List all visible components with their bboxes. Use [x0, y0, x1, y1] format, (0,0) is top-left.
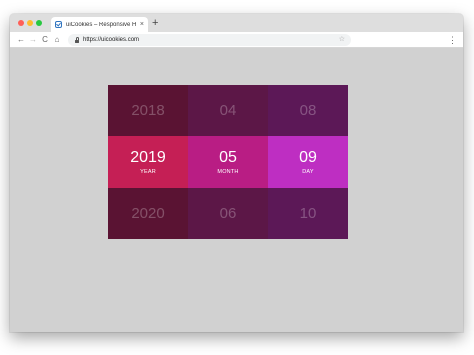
month-label: MONTH [217, 168, 239, 175]
reload-icon[interactable]: C [39, 32, 51, 48]
day-value: 10 [299, 205, 317, 222]
day-value: 08 [299, 102, 317, 119]
month-option-selected[interactable]: 05 MONTH [188, 136, 268, 188]
uicookies-favicon-icon [55, 21, 62, 28]
address-bar[interactable]: https://uicookies.com ☆ [68, 34, 351, 46]
close-window-button[interactable] [18, 20, 24, 26]
browser-menu-icon[interactable]: ⋮ [448, 32, 457, 48]
maximize-window-button[interactable] [36, 20, 42, 26]
year-option-selected[interactable]: 2019 YEAR [108, 136, 188, 188]
day-option-selected[interactable]: 09 DAY [268, 136, 348, 188]
month-option-prev[interactable]: 04 [188, 85, 268, 136]
year-option-next[interactable]: 2020 [108, 188, 188, 239]
day-value: 09 [299, 148, 317, 166]
new-tab-button[interactable]: + [152, 17, 158, 30]
minimize-window-button[interactable] [27, 20, 33, 26]
home-icon[interactable]: ⌂ [51, 32, 63, 48]
day-label: DAY [302, 168, 314, 175]
year-option-prev[interactable]: 2018 [108, 85, 188, 136]
lock-icon [75, 36, 79, 43]
year-value: 2020 [131, 205, 165, 222]
month-option-next[interactable]: 06 [188, 188, 268, 239]
url-text: https://uicookies.com [83, 37, 140, 43]
bookmark-star-icon[interactable]: ☆ [339, 35, 345, 45]
browser-tab[interactable]: uiCookies – Responsive HTML × [51, 17, 148, 32]
browser-toolbar: ← → C ⌂ https://uicookies.com ☆ ⋮ [10, 32, 463, 48]
month-value: 06 [219, 205, 237, 222]
tab-title: uiCookies – Responsive HTML [66, 21, 137, 28]
year-value: 2018 [131, 102, 165, 119]
forward-arrow-icon[interactable]: → [27, 32, 39, 48]
back-arrow-icon[interactable]: ← [15, 32, 27, 48]
day-option-prev[interactable]: 08 [268, 85, 348, 136]
year-label: YEAR [140, 168, 156, 175]
day-option-next[interactable]: 10 [268, 188, 348, 239]
year-value: 2019 [130, 148, 166, 166]
date-picker: 2018 04 08 2019 YEAR 05 MONTH 09 DAY 202… [108, 85, 348, 239]
month-value: 04 [219, 102, 237, 119]
tab-strip: uiCookies – Responsive HTML × + [10, 14, 463, 32]
month-value: 05 [219, 148, 237, 166]
tab-close-icon[interactable]: × [140, 21, 144, 28]
